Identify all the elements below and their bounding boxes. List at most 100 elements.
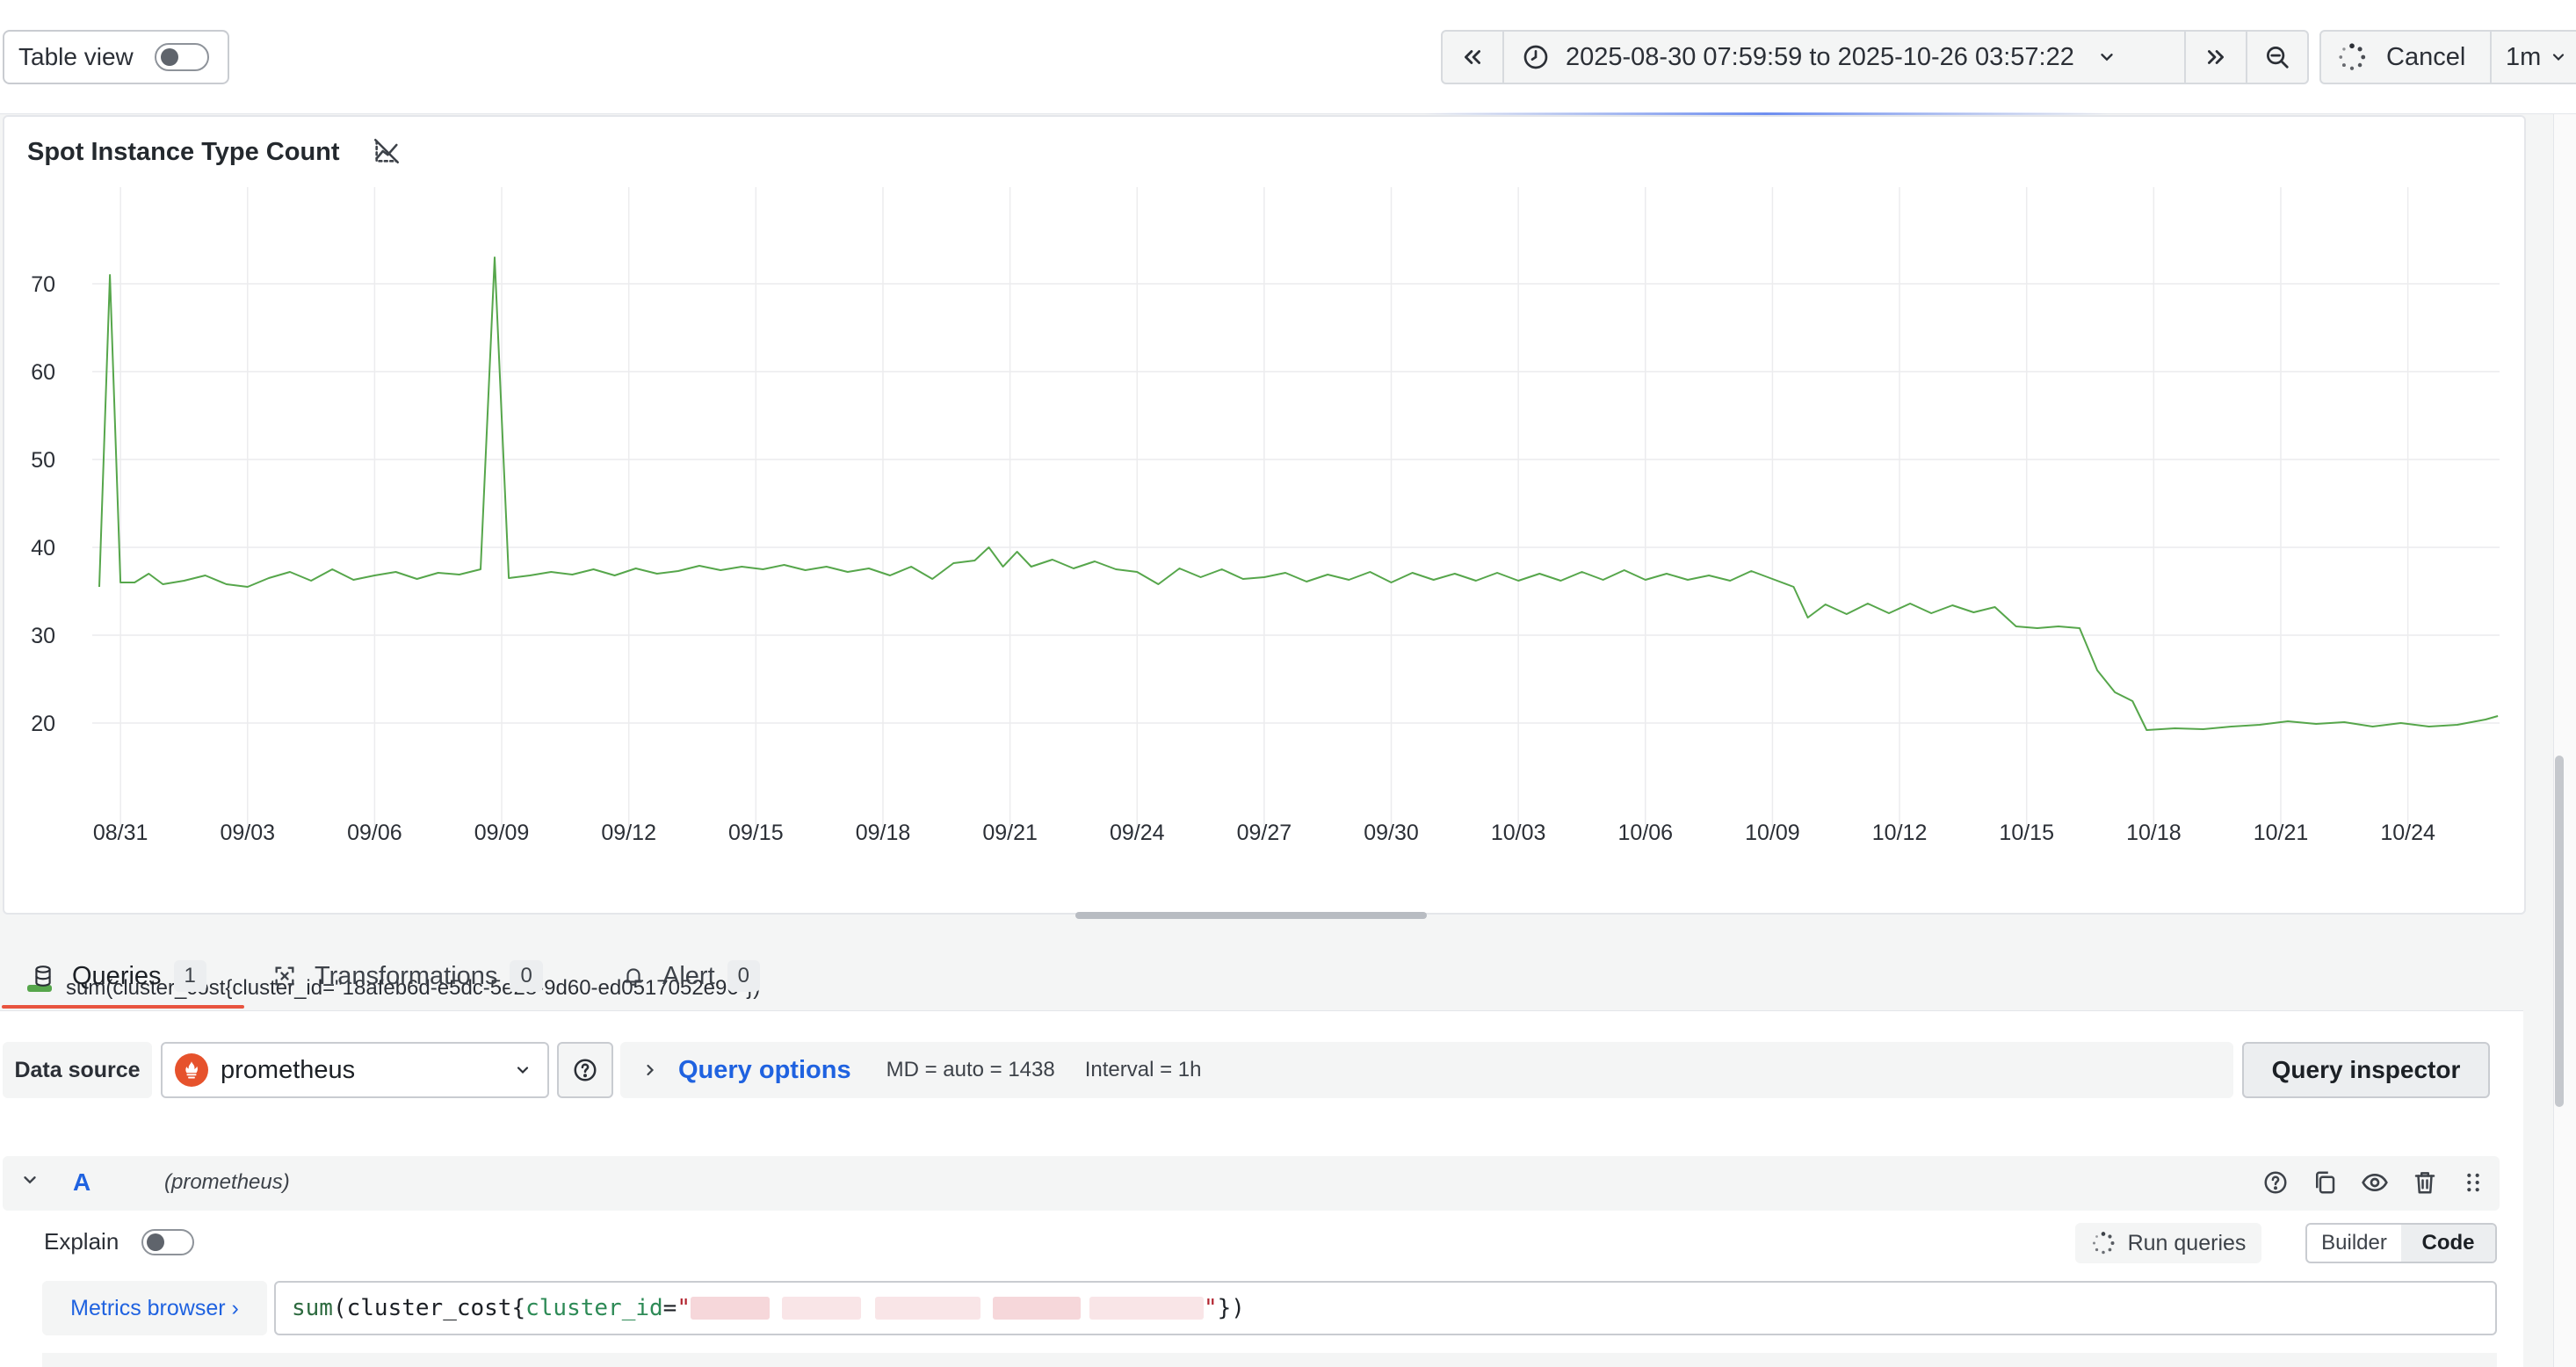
table-view-switch[interactable] [154,43,209,71]
x-tick-label: 09/18 [856,821,911,845]
panel-preview: Spot Instance Type Count 20 30 40 50 60 70 08… [3,115,2526,1000]
x-tick-label: 09/03 [220,821,275,845]
tab-transformations[interactable]: Transformations 0 [272,940,543,1012]
clock-icon [1523,45,1548,69]
cancel-refresh-button[interactable]: Cancel [2319,30,2492,84]
zoom-out-icon [2267,47,2289,69]
zoom-out-button[interactable] [2246,30,2309,84]
metrics-browser-button[interactable]: Metrics browser › [42,1281,267,1335]
tab-queries[interactable]: Queries 1 [32,940,206,1012]
y-tick-label: 20 [31,712,55,736]
x-tick-label: 09/21 [982,821,1038,845]
eye-icon[interactable] [2361,1168,2389,1197]
redacted-text [874,1297,980,1320]
chevron-down-icon [2553,54,2565,61]
time-range-picker[interactable]: 2025-08-30 07:59:59 to 2025-10-26 03:57:… [1502,30,2186,84]
x-tick-label: 09/06 [347,821,402,845]
x-tick-label: 09/09 [474,821,530,845]
y-tick-label: 30 [31,624,55,648]
time-range-text: 2025-08-30 07:59:59 to 2025-10-26 03:57:… [1566,42,2074,71]
x-tick-label: 10/18 [2126,821,2182,845]
duplicate-icon[interactable] [2312,1169,2338,1196]
time-shift-forward-button[interactable] [2184,30,2247,84]
redacted-text [1089,1297,1204,1320]
spinner-icon [2339,43,2366,70]
explain-switch[interactable] [141,1228,195,1255]
query-ref-id[interactable]: A [73,1168,90,1197]
table-view-toggle[interactable]: Table view [3,30,229,84]
drag-handle-icon[interactable] [2461,1169,2486,1196]
x-tick-label: 09/24 [1110,821,1165,845]
redacted-text [992,1297,1081,1320]
expr-metric: cluster_cost{ [346,1295,526,1321]
y-tick-label: 50 [31,448,55,473]
panel-editor-page: Table view 2025-08-30 07:59:59 to 2025-1… [0,0,2576,1367]
query-row-actions [2262,1168,2486,1197]
chevron-down-icon[interactable] [20,1170,40,1190]
explain-label: Explain [44,1228,119,1255]
x-tick-label: 10/21 [2254,821,2309,845]
query-row-header[interactable]: A (prometheus) [3,1156,2500,1211]
horizontal-scrollbar[interactable] [1075,912,1427,919]
x-tick-label: 09/27 [1237,821,1292,845]
tab-queries-count: 1 [173,960,206,992]
spinner-icon [2092,1232,2115,1255]
explain-toggle[interactable]: Explain [44,1228,195,1255]
trash-icon[interactable] [2412,1169,2438,1196]
y-tick-label: 70 [31,272,55,297]
editor-tabs: Queries 1 Transformations 0 Alert 0 [0,940,2553,1012]
max-data-points-info: MD = auto = 1438 [886,1058,1055,1081]
editor-mode-switch: Builder Code [2305,1223,2497,1263]
query-datasource-name: (prometheus) [164,1170,290,1194]
x-tick-label: 08/31 [93,821,148,845]
x-tick-label: 10/03 [1491,821,1546,845]
data-source-label: Data source [3,1042,152,1098]
expr-close: }) [1217,1295,1245,1321]
run-queries-label: Run queries [2127,1230,2247,1255]
query-options-bar[interactable]: Query options MD = auto = 1438 Interval … [620,1042,2233,1098]
query-options-label[interactable]: Query options [678,1056,851,1085]
tab-alert[interactable]: Alert 0 [622,940,760,1012]
refresh-interval-value: 1m [2506,42,2542,71]
tab-transformations-count: 0 [510,960,543,992]
question-circle-icon[interactable] [2262,1169,2289,1196]
tab-alert-label: Alert [662,961,715,990]
redacted-text [781,1297,861,1320]
expr-function: sum [292,1295,333,1321]
x-tick-label: 09/30 [1364,821,1419,845]
redacted-text [690,1297,770,1320]
bell-icon [625,968,642,986]
x-tick-label: 10/24 [2380,821,2435,845]
query-row-footer [42,1353,2497,1367]
vertical-scrollbar-track [2553,114,2576,1367]
chevron-down-icon [2101,54,2113,61]
x-tick-label: 10/12 [1872,821,1928,845]
promql-query-input[interactable]: sum(cluster_cost{cluster_id = " "}) [274,1281,2497,1335]
x-tick-label: 10/09 [1745,821,1800,845]
table-view-label: Table view [18,43,134,70]
database-icon [35,966,51,987]
interval-info: Interval = 1h [1084,1058,1202,1081]
tab-queries-label: Queries [72,961,162,990]
data-source-help-button[interactable] [557,1042,613,1098]
time-shift-back-button[interactable] [1441,30,1504,84]
tab-transformations-label: Transformations [315,961,498,990]
question-circle-icon [574,1059,597,1081]
run-queries-button[interactable]: Run queries [2075,1223,2261,1263]
x-tick-label: 09/15 [728,821,784,845]
y-tick-label: 60 [31,360,55,385]
y-tick-label: 40 [31,536,55,561]
chevron-double-left-icon [1465,50,1480,64]
cancel-label: Cancel [2386,42,2466,71]
vertical-scrollbar[interactable] [2555,756,2564,1107]
chevron-down-icon [517,1067,529,1074]
x-tick-label: 09/12 [601,821,656,845]
refresh-interval-picker[interactable]: 1m [2490,30,2576,84]
tab-alert-count: 0 [727,960,760,992]
prometheus-logo-icon [175,1053,208,1087]
data-source-picker[interactable]: prometheus [161,1042,549,1098]
query-inspector-button[interactable]: Query inspector [2242,1042,2490,1098]
mode-code-button[interactable]: Code [2401,1225,2495,1262]
x-tick-label: 10/06 [1618,821,1674,845]
mode-builder-button[interactable]: Builder [2307,1225,2401,1262]
